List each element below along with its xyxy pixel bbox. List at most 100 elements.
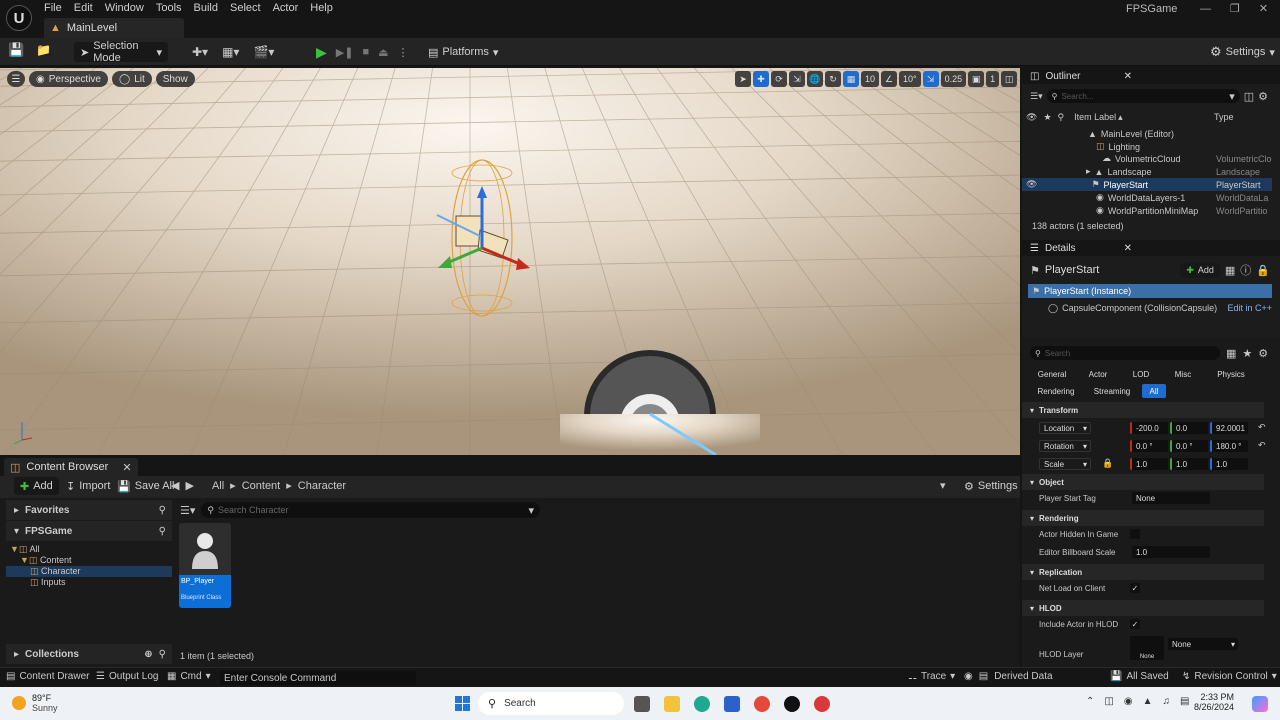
add-button[interactable]: ✚ Add [14,477,59,495]
level-viewport[interactable]: ☰ ◉ Perspective ◯ Lit Show [0,68,1020,455]
filter-lod[interactable]: LOD [1122,367,1160,381]
stop-icon[interactable]: ■ [362,46,369,58]
grid-view-icon[interactable]: ▦ [1226,347,1236,360]
scale-z-field[interactable]: 1.0 [1210,458,1248,470]
selection-mode-dropdown[interactable]: ➤ Selection Mode ▾ [74,40,168,64]
grid-snap-icon[interactable]: ▦ [843,71,859,87]
path-all[interactable]: All [212,480,224,492]
col-item-label[interactable]: Item Label [1074,112,1116,122]
help-icon[interactable]: ⓘ [1240,262,1251,278]
scale-tool-icon[interactable]: ⇲ [789,71,805,87]
filter-actor[interactable]: Actor [1077,367,1119,381]
play-icon[interactable]: ▶ [316,44,327,61]
level-tab[interactable]: ▲ MainLevel [44,18,184,38]
hlod-section[interactable]: ▾ HLOD [1022,600,1264,616]
menu-window[interactable]: Window [99,0,150,17]
menu-tools[interactable]: Tools [150,0,188,17]
show-button[interactable]: Show [155,71,195,87]
path-content[interactable]: Content [242,480,281,492]
filter-all[interactable]: All [1142,384,1166,398]
path-dropdown-icon[interactable]: ▾ [940,479,946,492]
camera-speed-value[interactable]: 1 [986,71,1000,87]
tree-item-all[interactable]: ▼◫ All [10,544,172,555]
volume-icon[interactable]: ♫ [1162,696,1170,707]
rotation-x-field[interactable]: 0.0 ° [1130,440,1168,452]
close-icon[interactable]: ✕ [1124,71,1132,82]
network-icon[interactable]: ◫ [1104,696,1113,707]
blueprint-icon[interactable]: ▦ [1225,264,1235,277]
add-actor-icon[interactable]: ✚▾ [192,45,208,59]
record-icon[interactable]: ◉ [964,671,973,682]
search-icon[interactable]: ⚲ [159,526,166,537]
reset-icon[interactable]: ↶ [1258,440,1266,451]
battery-icon[interactable]: ▤ [1180,696,1189,707]
project-header[interactable]: ▾ FPSGame ⚲ [6,521,172,541]
cinematics-icon[interactable]: 🎬▾ [253,45,274,59]
perspective-button[interactable]: ◉ Perspective [29,71,108,87]
details-search-input[interactable]: ⚲ Search [1030,346,1220,360]
rotation-dropdown[interactable]: Rotation ▾ [1039,440,1091,452]
play-options-icon[interactable]: ⋮ [398,46,409,59]
all-saved-indicator[interactable]: 💾 All Saved [1110,671,1169,682]
revision-control-button[interactable]: ↯ Revision Control ▾ [1182,671,1277,682]
filter-streaming[interactable]: Streaming [1085,384,1139,398]
tree-item-content[interactable]: ▼◫ Content [10,555,172,566]
menu-file[interactable]: File [38,0,68,17]
grid-snap-value[interactable]: 10 [861,71,880,87]
edit-cpp-link[interactable]: Edit in C++ [1227,303,1272,313]
chevron-up-icon[interactable]: ⌃ [1086,696,1094,707]
collections-header[interactable]: ▸ Collections ⊕ ⚲ [6,644,172,664]
edge-icon[interactable] [694,696,710,712]
gear-icon[interactable]: ⚙ [1258,347,1268,360]
menu-build[interactable]: Build [188,0,224,17]
reset-icon[interactable]: ↶ [1258,422,1266,433]
hlod-layer-dropdown[interactable]: None ▾ [1168,638,1238,650]
location-y-field[interactable]: 0.0 [1170,422,1208,434]
mic-icon[interactable]: ◉ [1124,696,1133,707]
menu-edit[interactable]: Edit [68,0,99,17]
filter-physics[interactable]: Physics [1206,367,1256,381]
location-dropdown[interactable]: Location ▾ [1039,422,1091,434]
transform-section[interactable]: ▾ Transform [1022,402,1264,418]
component-row[interactable]: ◯ CapsuleComponent (CollisionCapsule) Ed… [1048,301,1272,315]
world-space-icon[interactable]: 🌐 [807,71,823,87]
trace-dropdown[interactable]: ⚋ Trace ▾ [908,671,955,682]
star-icon[interactable]: ★ [1242,347,1252,360]
move-tool-icon[interactable]: ✚ [753,71,769,87]
location-z-field[interactable]: 92.0001 [1210,422,1248,434]
add-folder-icon[interactable]: ◫ [1244,90,1254,103]
save-all-button[interactable]: 💾 Save All [117,477,174,495]
forward-icon[interactable]: ▶ [185,479,193,492]
windows-start-icon[interactable] [455,696,470,711]
object-section[interactable]: ▾ Object [1022,474,1264,490]
filter-misc[interactable]: Misc [1163,367,1203,381]
asset-search-input[interactable]: ⚲ Search Character ▾ [201,502,540,518]
rotation-snap-value[interactable]: 10° [899,71,921,87]
cb-settings-button[interactable]: ⚙ Settings [964,477,1018,495]
lock-icon[interactable]: 🔒 [1256,264,1270,277]
eject-icon[interactable]: ⏏ [378,46,388,59]
step-icon[interactable]: ▶❚ [336,46,354,59]
taskbar-search[interactable]: ⚲ Search [478,692,624,715]
scale-snap-icon[interactable]: ⇲ [922,71,939,87]
outliner-row[interactable]: ☁ VolumetricCloud VolumetricClo [1022,152,1272,165]
app-icon[interactable] [814,696,830,712]
outliner-row[interactable]: ▲ MainLevel (Editor) [1022,127,1272,140]
back-icon[interactable]: ◀ [171,479,179,492]
weather-widget[interactable]: 89°F Sunny [12,693,58,713]
details-add-button[interactable]: ✚ Add [1180,262,1220,278]
search-icon[interactable]: ⚲ [159,505,166,516]
task-view-icon[interactable] [634,696,650,712]
menu-actor[interactable]: Actor [267,0,305,17]
select-tool-icon[interactable]: ➤ [735,71,751,87]
filter-general[interactable]: General [1030,367,1074,381]
rotate-tool-icon[interactable]: ⟳ [771,71,787,87]
content-drawer-button[interactable]: ▤ Content Drawer [6,671,89,682]
close-icon[interactable]: ✕ [1259,2,1268,15]
filter-icon[interactable]: ☰▾ [1030,91,1043,102]
copilot-icon[interactable] [1252,696,1268,712]
wifi-icon[interactable]: ▲ [1143,696,1153,707]
scale-x-field[interactable]: 1.0 [1130,458,1168,470]
lock-icon[interactable]: 🔒 [1102,458,1113,469]
replication-section[interactable]: ▾ Replication [1022,564,1264,580]
